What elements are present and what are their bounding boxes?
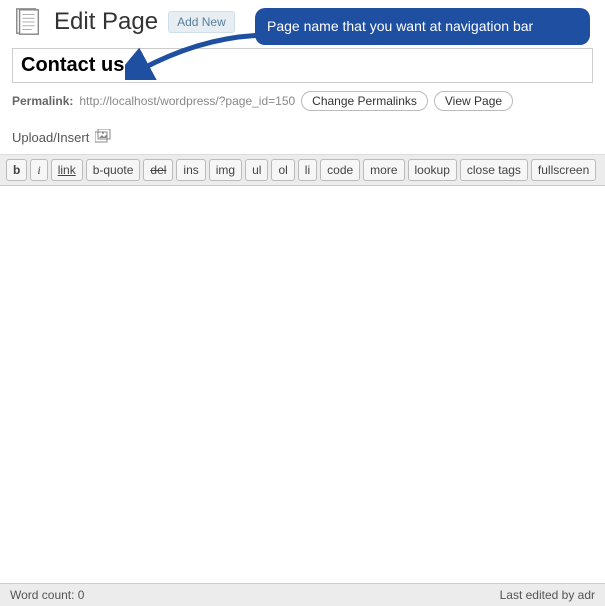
toolbar-btn-italic[interactable]: i xyxy=(30,159,47,181)
toolbar-btn-code[interactable]: code xyxy=(320,159,360,181)
toolbar-btn-fullscreen[interactable]: fullscreen xyxy=(531,159,596,181)
toolbar-btn-link[interactable]: link xyxy=(51,159,83,181)
word-count: Word count: 0 xyxy=(10,588,84,602)
media-upload-icon[interactable] xyxy=(95,129,111,146)
add-new-button[interactable]: Add New xyxy=(168,11,235,33)
page-title-input[interactable] xyxy=(13,49,592,82)
toolbar-btn-more[interactable]: more xyxy=(363,159,404,181)
toolbar-btn-lookup[interactable]: lookup xyxy=(408,159,457,181)
toolbar-btn-ol[interactable]: ol xyxy=(271,159,294,181)
toolbar-btn-del[interactable]: del xyxy=(143,159,173,181)
toolbar-btn-closetags[interactable]: close tags xyxy=(460,159,528,181)
toolbar-btn-ins[interactable]: ins xyxy=(176,159,205,181)
page-title: Edit Page xyxy=(54,8,158,36)
toolbar-btn-bquote[interactable]: b-quote xyxy=(86,159,141,181)
view-page-button[interactable]: View Page xyxy=(434,91,513,111)
permalink-label: Permalink: xyxy=(12,94,73,108)
toolbar-btn-img[interactable]: img xyxy=(209,159,242,181)
editor-footer: Word count: 0 Last edited by adr xyxy=(0,583,605,606)
change-permalinks-button[interactable]: Change Permalinks xyxy=(301,91,428,111)
toolbar-btn-bold[interactable]: b xyxy=(6,159,27,181)
toolbar-btn-ul[interactable]: ul xyxy=(245,159,268,181)
toolbar-btn-li[interactable]: li xyxy=(298,159,317,181)
upload-insert-label: Upload/Insert xyxy=(12,130,89,145)
page-icon xyxy=(12,6,44,38)
annotation-callout: Page name that you want at navigation ba… xyxy=(255,8,590,45)
title-input-container xyxy=(12,48,593,83)
permalink-url: http://localhost/wordpress/?page_id=150 xyxy=(79,94,295,108)
annotation-text: Page name that you want at navigation ba… xyxy=(267,18,578,35)
last-edited: Last edited by adr xyxy=(500,588,595,602)
editor-toolbar: b i link b-quote del ins img ul ol li co… xyxy=(0,155,605,186)
content-editor[interactable] xyxy=(0,186,605,576)
